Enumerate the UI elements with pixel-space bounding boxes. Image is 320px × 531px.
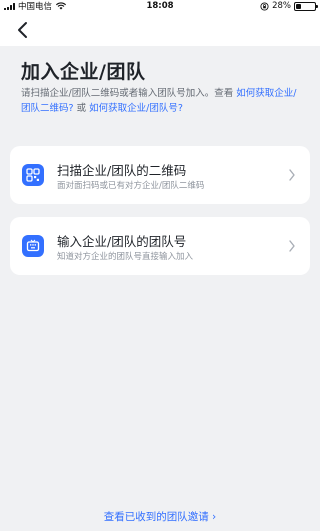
- back-button[interactable]: [10, 18, 34, 42]
- chevron-left-icon: [18, 22, 27, 38]
- option-subtitle: 知道对方企业的团队号直接输入加入: [57, 252, 194, 262]
- lock-rotation-icon: [260, 1, 269, 11]
- team-number-help-link[interactable]: 如何获取企业/团队号?: [89, 103, 183, 114]
- or-text: 或: [76, 103, 87, 114]
- battery-icon: [294, 1, 318, 11]
- nav-bar: [0, 12, 320, 46]
- enter-team-number-option[interactable]: 输入企业/团队的团队号 知道对方企业的团队号直接输入加入: [10, 217, 310, 275]
- chevron-right-icon: [289, 240, 295, 252]
- page-title: 加入企业/团队: [21, 61, 146, 83]
- option-title: 扫描企业/团队的二维码: [57, 163, 187, 178]
- page: 中国电信 18:08 28% 加入企业/团队 请扫描企业/团队二维码或者输入团队…: [0, 0, 320, 531]
- description-text: 请扫描企业/团队二维码或者输入团队号加入。查看: [21, 88, 234, 99]
- status-right: 28%: [260, 0, 318, 12]
- view-invitations-link[interactable]: 查看已收到的团队邀请 ›: [0, 509, 320, 524]
- qr-scan-icon: [22, 164, 44, 186]
- chevron-right-icon: [289, 169, 295, 181]
- scan-qr-option[interactable]: 扫描企业/团队的二维码 面对面扫码或已有对方企业/团队二维码: [10, 146, 310, 204]
- option-title: 输入企业/团队的团队号: [57, 234, 187, 249]
- page-description: 请扫描企业/团队二维码或者输入团队号加入。查看 如何获取企业/团队二维码? 或 …: [21, 86, 303, 116]
- battery-fill: [296, 3, 302, 9]
- keyboard-input-icon: [22, 235, 44, 257]
- status-bar: 中国电信 18:08 28%: [0, 0, 320, 12]
- battery-percent: 28%: [272, 1, 291, 11]
- option-subtitle: 面对面扫码或已有对方企业/团队二维码: [57, 181, 205, 191]
